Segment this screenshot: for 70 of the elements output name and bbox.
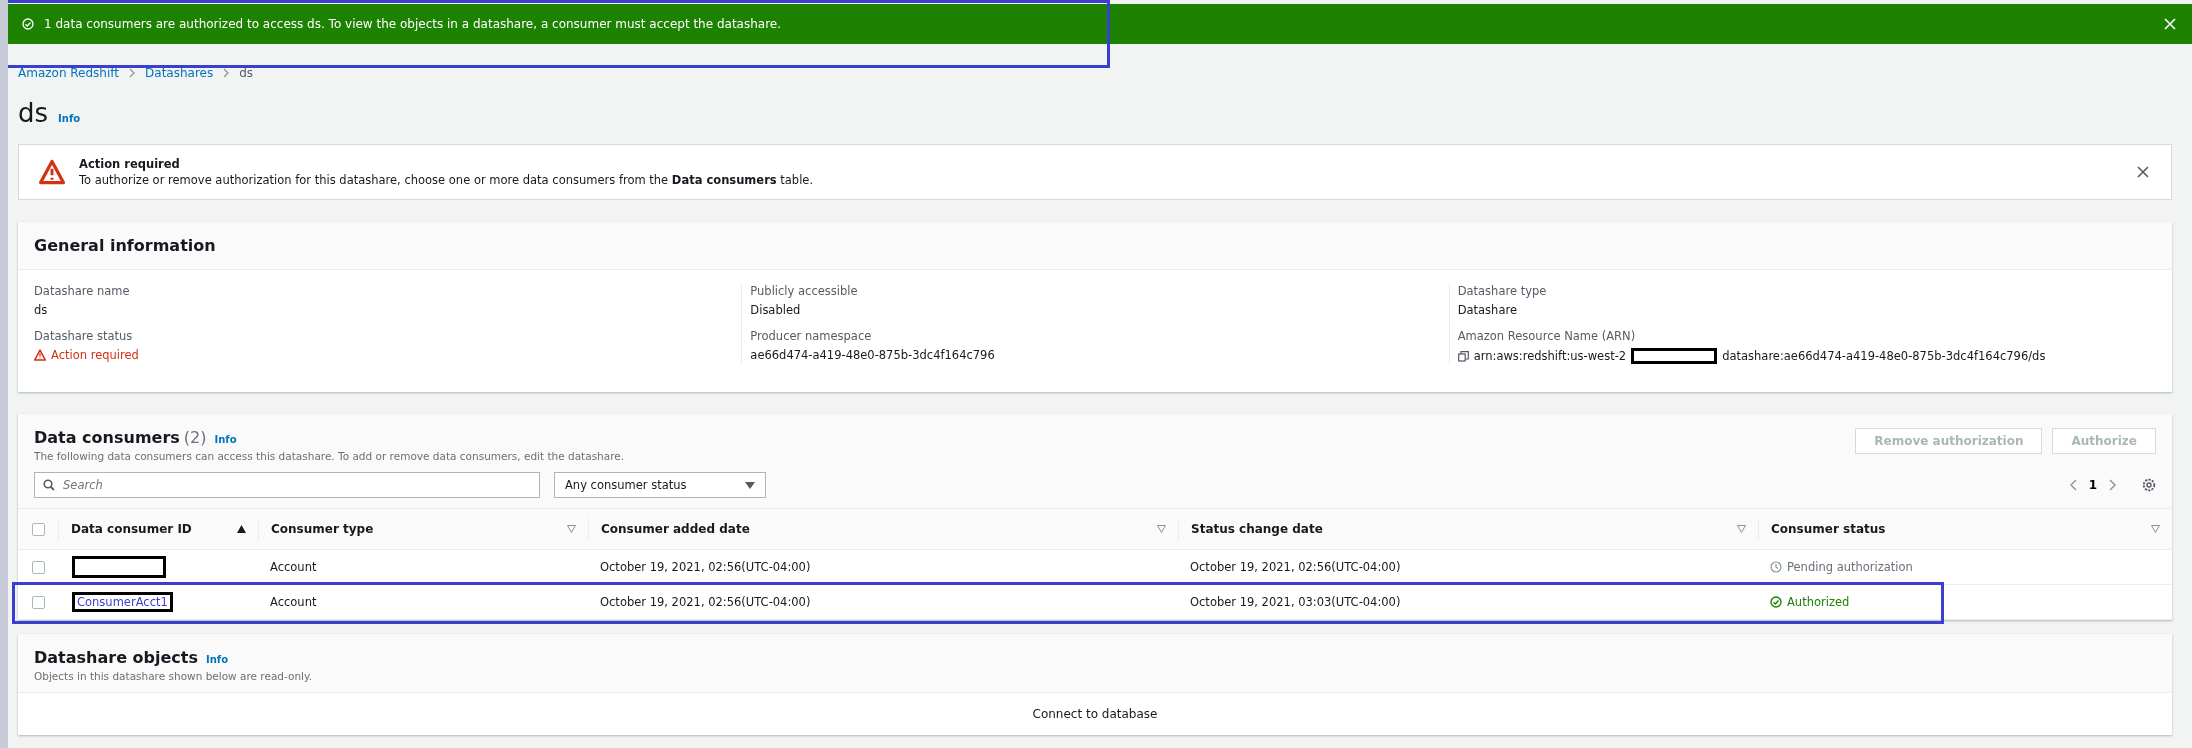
sort-icon[interactable] bbox=[567, 525, 576, 533]
section-title: General information bbox=[34, 236, 216, 255]
warning-icon bbox=[34, 349, 46, 361]
row-checkbox[interactable] bbox=[32, 560, 45, 574]
table-cell-text: Account bbox=[269, 595, 318, 609]
sort-icon[interactable] bbox=[1737, 525, 1746, 533]
search-icon bbox=[43, 479, 55, 491]
settings-icon[interactable] bbox=[2142, 478, 2156, 492]
section-description: Objects in this datashare shown below are read-only. bbox=[34, 670, 314, 682]
caret-icon bbox=[745, 481, 755, 489]
select-all-checkbox[interactable] bbox=[32, 522, 45, 536]
info-link[interactable]: Info bbox=[206, 654, 229, 665]
chevron-right-icon bbox=[129, 68, 136, 78]
table-cell-text: October 19, 2021, 02:56(UTC-04:00) bbox=[599, 560, 812, 574]
section-title: Datashare objects bbox=[34, 648, 198, 667]
status-value: Action required bbox=[34, 348, 742, 362]
page-title: ds bbox=[18, 98, 49, 128]
column-header[interactable]: Status change date bbox=[1191, 522, 1323, 536]
consumer-status: Pending authorization bbox=[1770, 560, 1913, 574]
section-title: Data consumers bbox=[34, 428, 180, 447]
field-value: Disabled bbox=[750, 303, 802, 317]
page-number[interactable]: 1 bbox=[2088, 478, 2097, 492]
info-link[interactable]: Info bbox=[58, 113, 81, 124]
check-circle-icon bbox=[22, 18, 34, 30]
table-cell-text: October 19, 2021, 03:03(UTC-04:00) bbox=[1189, 595, 1402, 609]
clock-icon bbox=[1770, 561, 1782, 573]
field-value: arn:aws:redshift:us-west-2 bbox=[1473, 349, 1627, 363]
chevron-right-icon bbox=[223, 68, 230, 78]
close-button[interactable] bbox=[2162, 16, 2178, 32]
table-cell-text: October 19, 2021, 02:56(UTC-04:00) bbox=[599, 595, 812, 609]
check-circle-icon bbox=[1770, 596, 1782, 608]
field-label: Producer namespace bbox=[750, 329, 873, 343]
status-filter-select[interactable]: Any consumer status bbox=[554, 472, 766, 498]
field-label: Datashare type bbox=[1457, 284, 1548, 298]
banner-message: 1 data consumers are authorized to access ds. To view the objects in a datashare, a consumer must accept the datashare. bbox=[44, 17, 782, 31]
field-value: Datashare bbox=[1457, 303, 1518, 317]
alert-text: To authorize or remove authorization for this datashare, choose one or more data consumers from the Data consumers table. bbox=[79, 173, 814, 187]
consumer-count: (2) bbox=[183, 428, 207, 447]
field-value: ae66d474-a419-48e0-875b-3dc4f164c796 bbox=[750, 348, 996, 362]
sort-icon[interactable] bbox=[1157, 525, 1166, 533]
copy-icon[interactable] bbox=[1457, 350, 1469, 362]
empty-state-text: Connect to database bbox=[1032, 707, 1158, 721]
breadcrumb-link[interactable]: Amazon Redshift bbox=[18, 66, 120, 80]
search-field[interactable]: Search bbox=[34, 472, 540, 498]
field-label: Publicly accessible bbox=[750, 284, 859, 298]
column-header[interactable]: Data consumer ID bbox=[71, 522, 192, 536]
field-value: datashare:ae66d474-a419-48e0-875b-3dc4f164c796/ds bbox=[1722, 349, 2046, 363]
table-cell-text: Account bbox=[269, 560, 318, 574]
consumer-status: Authorized bbox=[1770, 595, 1850, 609]
chevron-left-icon[interactable] bbox=[2069, 479, 2077, 491]
close-button[interactable] bbox=[2135, 164, 2151, 180]
field-value: ds bbox=[34, 303, 49, 317]
warning-icon bbox=[39, 159, 65, 185]
row-checkbox[interactable] bbox=[32, 595, 45, 609]
breadcrumb-link[interactable]: Datashares bbox=[145, 66, 214, 80]
sort-ascending-icon[interactable] bbox=[237, 525, 246, 533]
table-cell-text: October 19, 2021, 02:56(UTC-04:00) bbox=[1189, 560, 1402, 574]
field-label: Datashare name bbox=[34, 284, 131, 298]
breadcrumb-link[interactable]: ds bbox=[239, 66, 254, 80]
consumer-id-link[interactable]: ConsumerAcct1 bbox=[72, 592, 173, 612]
column-header[interactable]: Consumer status bbox=[1771, 522, 1886, 536]
column-header[interactable]: Consumer added date bbox=[601, 522, 750, 536]
info-link[interactable]: Info bbox=[214, 434, 237, 445]
alert-title: Action required bbox=[79, 157, 181, 171]
chevron-right-icon[interactable] bbox=[2109, 479, 2116, 491]
sort-icon[interactable] bbox=[2151, 525, 2160, 533]
field-label: Datashare status bbox=[34, 329, 134, 343]
section-description: The following data consumers can access this datashare. To add or remove data consumers, edit the datashare. bbox=[34, 450, 625, 462]
column-header[interactable]: Consumer type bbox=[271, 522, 374, 536]
field-label: Amazon Resource Name (ARN) bbox=[1457, 329, 1637, 343]
